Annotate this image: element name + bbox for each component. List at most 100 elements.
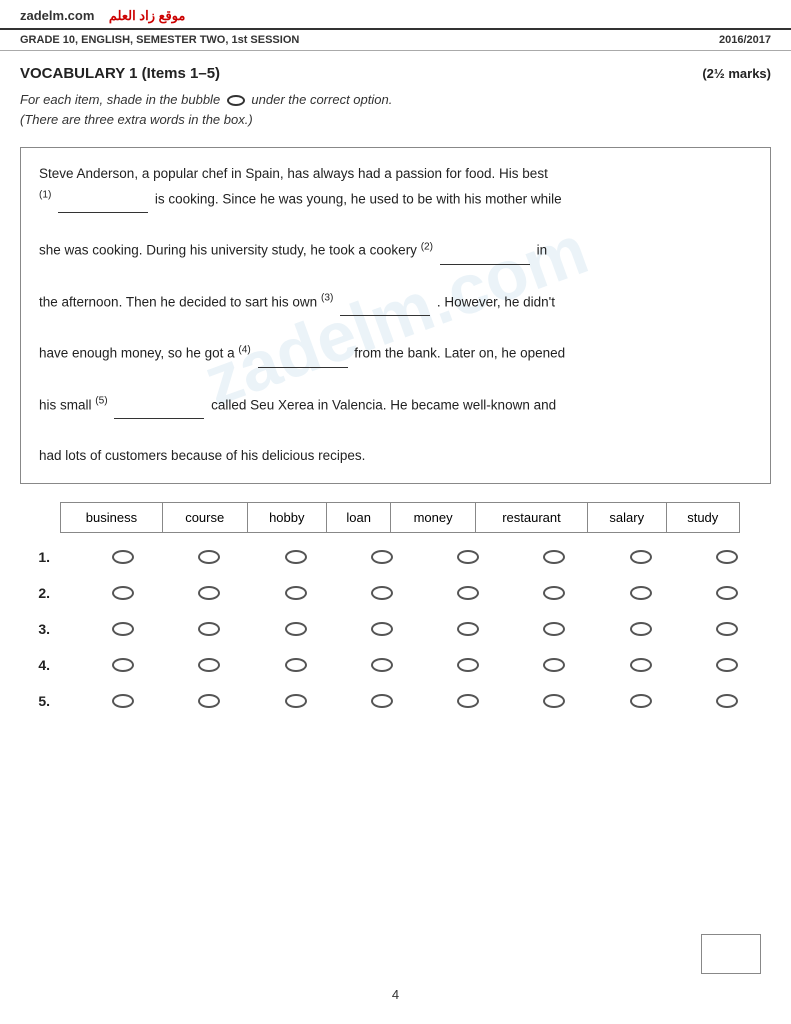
bubble-4-3[interactable] xyxy=(285,658,307,672)
bubble-4-6[interactable] xyxy=(543,658,565,672)
bubble-2-2[interactable] xyxy=(198,586,220,600)
bubble-3-5[interactable] xyxy=(457,622,479,636)
blank5 xyxy=(114,393,204,419)
bubble-cell-2-1 xyxy=(80,586,166,600)
passage-text4a: have enough money, so he got a xyxy=(39,346,238,361)
bubble-4-4[interactable] xyxy=(371,658,393,672)
passage-box: zadelm.com Steve Anderson, a popular che… xyxy=(20,147,771,484)
col-loan: loan xyxy=(327,503,391,533)
bubble-1-8[interactable] xyxy=(716,550,738,564)
bubble-5-4[interactable] xyxy=(371,694,393,708)
bubble-3-8[interactable] xyxy=(716,622,738,636)
bubble-2-1[interactable] xyxy=(112,586,134,600)
bubble-cell-5-8 xyxy=(684,694,770,708)
bubble-cell-1-4 xyxy=(339,550,425,564)
instruction-line1: For each item, shade in the bubble under… xyxy=(20,90,771,110)
bubble-2-6[interactable] xyxy=(543,586,565,600)
page-header: zadelm.com موقع زاد العلم xyxy=(0,0,791,30)
bubbles-row-2 xyxy=(80,586,770,600)
bubble-cell-3-3 xyxy=(253,622,339,636)
bubble-3-6[interactable] xyxy=(543,622,565,636)
bubble-3-1[interactable] xyxy=(112,622,134,636)
bubble-5-3[interactable] xyxy=(285,694,307,708)
section-title-row: VOCABULARY 1 (Items 1–5) (2½ marks) xyxy=(0,51,791,86)
bubble-example xyxy=(227,95,245,106)
row-number-3: 3. xyxy=(20,621,58,637)
bubble-cell-1-1 xyxy=(80,550,166,564)
blank1-label: (1) xyxy=(39,191,51,206)
bubble-4-5[interactable] xyxy=(457,658,479,672)
bubble-5-8[interactable] xyxy=(716,694,738,708)
passage-text3b: . However, he didn't xyxy=(437,294,555,309)
bubble-cell-3-5 xyxy=(425,622,511,636)
row-number-2: 2. xyxy=(20,585,58,601)
blank4 xyxy=(258,342,348,368)
instructions: For each item, shade in the bubble under… xyxy=(0,86,791,139)
bubble-4-7[interactable] xyxy=(630,658,652,672)
bubble-1-6[interactable] xyxy=(543,550,565,564)
bubble-5-5[interactable] xyxy=(457,694,479,708)
bubble-cell-5-5 xyxy=(425,694,511,708)
bubble-5-2[interactable] xyxy=(198,694,220,708)
bubble-cell-4-3 xyxy=(253,658,339,672)
bubble-cell-4-2 xyxy=(166,658,252,672)
subheader: GRADE 10, ENGLISH, SEMESTER TWO, 1st SES… xyxy=(0,30,791,51)
bubble-cell-2-5 xyxy=(425,586,511,600)
bubble-cell-5-3 xyxy=(253,694,339,708)
vocab-table-wrapper: business course hobby loan money restaur… xyxy=(60,502,771,533)
bubble-2-3[interactable] xyxy=(285,586,307,600)
bubble-cell-5-6 xyxy=(511,694,597,708)
blank3 xyxy=(340,290,430,316)
bubble-cell-3-4 xyxy=(339,622,425,636)
bubble-4-8[interactable] xyxy=(716,658,738,672)
bubble-3-4[interactable] xyxy=(371,622,393,636)
passage-text2: in xyxy=(537,243,548,258)
passage-intro: Steve Anderson, a popular chef in Spain,… xyxy=(39,166,548,181)
bubble-1-1[interactable] xyxy=(112,550,134,564)
bubble-cell-1-8 xyxy=(684,550,770,564)
bubble-5-1[interactable] xyxy=(112,694,134,708)
bubble-1-7[interactable] xyxy=(630,550,652,564)
answer-row-3: 3. xyxy=(20,615,770,643)
bubble-2-5[interactable] xyxy=(457,586,479,600)
bubble-cell-3-2 xyxy=(166,622,252,636)
bubble-1-4[interactable] xyxy=(371,550,393,564)
col-money: money xyxy=(391,503,476,533)
passage-text5b: called Seu Xerea in Valencia. He became … xyxy=(211,397,556,412)
bubble-4-1[interactable] xyxy=(112,658,134,672)
bubble-4-2[interactable] xyxy=(198,658,220,672)
bubble-1-3[interactable] xyxy=(285,550,307,564)
bubble-2-8[interactable] xyxy=(716,586,738,600)
answer-row-1: 1. xyxy=(20,543,770,571)
bubble-cell-2-4 xyxy=(339,586,425,600)
bubble-cell-1-5 xyxy=(425,550,511,564)
bubble-cell-1-6 xyxy=(511,550,597,564)
page-number: 4 xyxy=(392,987,399,1002)
bubble-cell-3-8 xyxy=(684,622,770,636)
bubble-5-7[interactable] xyxy=(630,694,652,708)
grade-info: GRADE 10, ENGLISH, SEMESTER TWO, 1st SES… xyxy=(20,34,299,46)
answer-row-5: 5. xyxy=(20,687,770,715)
bubble-2-4[interactable] xyxy=(371,586,393,600)
bubble-cell-3-1 xyxy=(80,622,166,636)
bubble-3-2[interactable] xyxy=(198,622,220,636)
blank1 xyxy=(58,187,148,213)
bubble-5-6[interactable] xyxy=(543,694,565,708)
bubble-cell-4-1 xyxy=(80,658,166,672)
bubble-1-5[interactable] xyxy=(457,550,479,564)
bubble-3-7[interactable] xyxy=(630,622,652,636)
passage-text4b: from the bank. Later on, he opened xyxy=(354,346,565,361)
bubble-3-3[interactable] xyxy=(285,622,307,636)
bubble-2-7[interactable] xyxy=(630,586,652,600)
bubbles-row-3 xyxy=(80,622,770,636)
answer-row-2: 2. xyxy=(20,579,770,607)
exam-page: zadelm.com موقع زاد العلم GRADE 10, ENGL… xyxy=(0,0,791,1024)
bubble-cell-4-6 xyxy=(511,658,597,672)
bubble-cell-2-7 xyxy=(598,586,684,600)
instruction-line2: (There are three extra words in the box.… xyxy=(20,110,771,130)
row-number-1: 1. xyxy=(20,549,58,565)
blank3-label: (3) xyxy=(321,294,333,309)
blank2 xyxy=(440,239,530,265)
bubble-1-2[interactable] xyxy=(198,550,220,564)
bubble-cell-2-6 xyxy=(511,586,597,600)
